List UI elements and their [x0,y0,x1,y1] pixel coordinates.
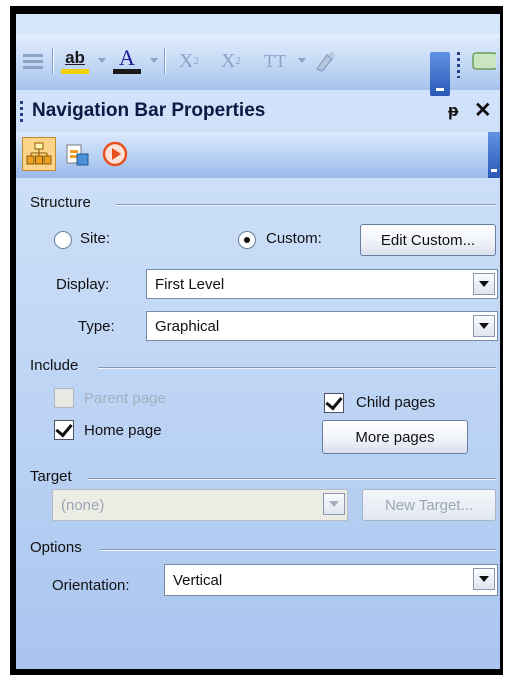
options-group-label: Options [30,539,82,556]
display-dropdown-value: First Level [155,276,225,293]
task-pane-window: ab A X2 X2 TT Navigation Bar Properties … [16,14,500,669]
parent-page-label: Parent page [84,390,166,407]
checkmark-icon [325,392,343,411]
superscript-button[interactable]: X2 [214,44,248,78]
type-label: Type: [78,318,115,335]
font-size-icon: TT [264,50,286,71]
superscript-icon: X [221,49,236,72]
toolbar-overflow-button[interactable] [468,44,498,78]
close-icon[interactable]: ✕ [474,98,492,123]
title-grip[interactable] [20,101,23,123]
font-color-dropdown-arrow[interactable] [150,58,158,63]
panel-title-bar: Navigation Bar Properties ᵽ ✕ [16,92,500,130]
highlight-button[interactable]: ab [58,44,92,78]
type-dropdown-value: Graphical [155,318,220,335]
custom-radio-label: Custom: [266,230,322,247]
orientation-label: Orientation: [52,577,130,594]
custom-radio[interactable] [238,231,256,249]
font-color-icon: A [119,45,135,70]
options-group-line [100,549,496,551]
type-dropdown[interactable]: Graphical [146,311,498,341]
pin-icon[interactable]: ᵽ [448,101,458,121]
home-page-checkbox[interactable] [54,419,74,440]
chevron-down-icon [491,169,497,172]
parent-page-checkbox[interactable] [54,388,74,408]
font-size-dropdown-arrow[interactable] [298,58,306,63]
site-structure-icon [26,142,52,165]
highlight-color-swatch [61,68,89,74]
font-color-swatch [113,69,141,74]
orientation-dropdown-value: Vertical [173,572,223,589]
font-color-button[interactable]: A [110,44,144,78]
target-dropdown-value: (none) [61,497,105,514]
formatting-toolbar: ab A X2 X2 TT [16,34,500,96]
navigation-bar-styles-button[interactable] [60,137,94,171]
child-pages-checkbox[interactable] [324,392,344,413]
navigation-bar-structure-button[interactable] [22,137,56,171]
child-pages-label: Child pages [356,394,436,411]
page-style-icon [66,144,89,166]
site-radio[interactable] [54,231,72,249]
format-painter-icon [315,52,335,72]
target-dropdown: (none) [52,489,348,521]
superscript-digit: 2 [235,55,241,67]
include-group-label: Include [30,357,79,374]
subscript-icon: X [179,49,194,72]
chevron-down-icon [323,493,345,515]
orientation-dropdown[interactable]: Vertical [164,564,498,596]
subscript-button[interactable]: X2 [172,44,206,78]
home-page-label: Home page [84,422,162,439]
target-group-line [88,478,496,480]
icon-toolbar-options-button[interactable] [488,132,500,178]
highlight-icon: ab [65,47,85,67]
display-label: Display: [56,276,110,293]
edit-custom-button[interactable]: Edit Custom... [360,224,496,256]
font-size-button[interactable]: TT [258,44,292,78]
structure-group-label: Structure [30,194,91,211]
site-radio-label: Site: [80,230,111,247]
toolbar-grip[interactable] [457,52,460,78]
new-target-button: New Target... [362,489,496,521]
toolbar-separator [52,48,54,74]
chevron-down-icon [436,88,444,91]
checkmark-icon [55,419,73,438]
chevron-down-icon[interactable] [473,273,495,295]
play-icon [102,141,128,167]
subscript-digit: 2 [193,55,199,67]
chevron-down-icon[interactable] [473,568,495,590]
highlight-dropdown-arrow[interactable] [98,58,106,63]
list-icon[interactable] [20,44,46,78]
more-pages-button[interactable]: More pages [322,420,468,454]
navigation-bar-preview-button[interactable] [98,137,132,171]
panel-icon-toolbar [16,132,500,178]
structure-group-line [116,204,496,206]
toolbar-options-button[interactable] [430,52,450,96]
radio-selected-dot [244,237,250,243]
toolbar-separator [164,48,166,74]
target-group-label: Target [30,468,72,485]
format-painter-button[interactable] [310,44,340,78]
include-group-line [98,367,496,369]
display-dropdown[interactable]: First Level [146,269,498,299]
panel-title: Navigation Bar Properties [32,100,266,121]
chevron-down-icon[interactable] [473,315,495,337]
comment-icon [472,52,496,70]
